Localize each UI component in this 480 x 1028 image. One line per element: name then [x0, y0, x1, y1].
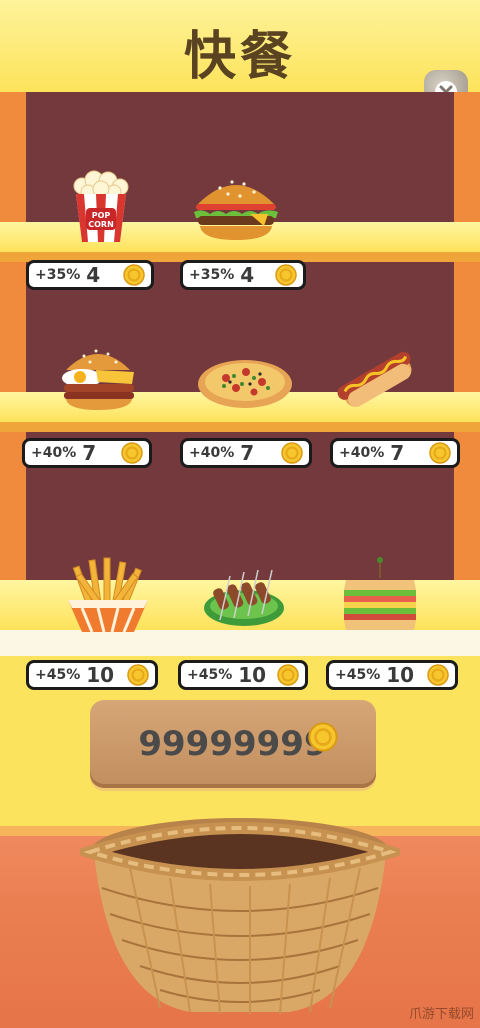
- price-tag-kebabs[interactable]: +45% 10: [178, 660, 308, 690]
- coin-icon: [429, 442, 451, 464]
- kebabs-item[interactable]: [202, 566, 286, 628]
- breakfast-burger-item[interactable]: [56, 340, 140, 412]
- page-title: 快餐: [183, 27, 296, 87]
- coin-icon: [127, 664, 149, 686]
- coin-icon: [277, 664, 299, 686]
- coin-icon: [123, 264, 145, 286]
- pizza-item[interactable]: [196, 356, 294, 410]
- sandwich-item[interactable]: [338, 556, 422, 632]
- bonus-label: +45%: [335, 667, 381, 683]
- cost-label: 10: [238, 663, 267, 687]
- cost-label: 10: [86, 663, 115, 687]
- coin-icon: [308, 722, 338, 752]
- wicker-basket[interactable]: [80, 808, 400, 1018]
- coin-icon: [121, 442, 143, 464]
- burger-item[interactable]: [190, 170, 282, 244]
- cost-label: 10: [386, 663, 415, 687]
- coin-icon: [275, 264, 297, 286]
- bonus-label: +40%: [339, 445, 385, 461]
- price-tag-hotdog[interactable]: +40% 7: [330, 438, 460, 468]
- watermark: 爪游下载网: [408, 1007, 474, 1022]
- cost-label: 7: [240, 441, 255, 465]
- popcorn-item[interactable]: POP CORN: [62, 168, 140, 246]
- cost-label: 7: [82, 441, 97, 465]
- price-tag-sandwich[interactable]: +45% 10: [326, 660, 458, 690]
- side-wall-left: [0, 92, 26, 657]
- bonus-label: +35%: [189, 267, 235, 283]
- popcorn-label-2: CORN: [88, 220, 114, 229]
- fries-item[interactable]: [62, 556, 154, 634]
- bonus-label: +35%: [35, 267, 81, 283]
- price-tag-burger[interactable]: +35% 4: [180, 260, 306, 290]
- coin-balance: 99999999: [138, 724, 328, 764]
- bonus-label: +40%: [189, 445, 235, 461]
- bonus-label: +45%: [187, 667, 233, 683]
- cost-label: 7: [390, 441, 405, 465]
- coin-icon: [281, 442, 303, 464]
- price-tag-breakfast-burger[interactable]: +40% 7: [22, 438, 152, 468]
- side-wall-right: [454, 92, 480, 657]
- popcorn-label-1: POP: [92, 211, 111, 220]
- coin-icon: [427, 664, 449, 686]
- cost-label: 4: [240, 263, 255, 287]
- price-tag-popcorn[interactable]: +35% 4: [26, 260, 154, 290]
- hotdog-item[interactable]: [336, 348, 418, 414]
- bonus-label: +45%: [35, 667, 81, 683]
- bonus-label: +40%: [31, 445, 77, 461]
- price-tag-fries[interactable]: +45% 10: [26, 660, 158, 690]
- cost-label: 4: [86, 263, 101, 287]
- price-tag-pizza[interactable]: +40% 7: [180, 438, 312, 468]
